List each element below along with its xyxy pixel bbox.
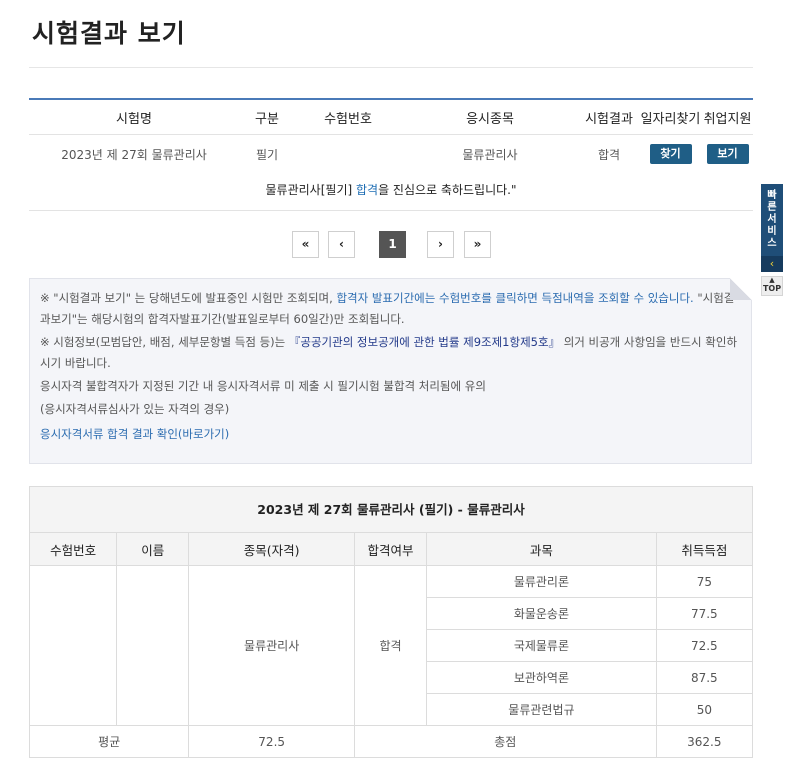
subject-name: 국제물류론 — [426, 629, 657, 662]
header-pass: 합격여부 — [353, 532, 428, 566]
total-label: 총점 — [353, 725, 657, 758]
notice-highlight: 합격자 발표기간에는 수험번호를 클릭하면 득점내역을 조회할 수 있습니다. — [336, 291, 694, 305]
header-subject: 응시종목 — [401, 98, 579, 135]
exam-name: 2023년 제 27회 물류관리사 — [61, 147, 207, 162]
table-row: 2023년 제 27회 물류관리사 필기 물류관리사 합격 찾기 보기 — [29, 135, 753, 174]
job-search-button[interactable]: 찾기 — [649, 144, 692, 164]
notice-line-4: (응시자격서류심사가 있는 자격의 경우) — [40, 402, 230, 416]
score-qualification: 물류관리사 — [188, 565, 355, 726]
congrats-prefix: 물류관리사[필기] — [265, 183, 356, 197]
subject-name: 물류관련법규 — [426, 693, 657, 726]
score-table-title: 2023년 제 27회 물류관리사 (필기) - 물류관리사 — [29, 486, 753, 532]
subject-score: 87.5 — [655, 661, 754, 694]
subject-score: 50 — [655, 693, 754, 726]
score-detail: 2023년 제 27회 물류관리사 (필기) - 물류관리사 수험번호 이름 종… — [28, 486, 754, 758]
page-title: 시험결과 보기 — [32, 19, 186, 48]
notice-line-2: ※ 시험정보(모범답안, 배점, 세부문항별 득점 등)는 『공공기관의 정보공… — [40, 335, 738, 370]
header-subject: 과목 — [426, 532, 657, 566]
prev-page-button[interactable]: ‹ — [328, 231, 355, 258]
first-page-button[interactable]: « — [292, 231, 319, 258]
congrats-suffix: 을 진심으로 축하드립니다." — [378, 183, 517, 197]
exam-result-table: 시험명 구분 수험번호 응시종목 시험결과 일자리찾기 취업지원 2023년 제… — [29, 98, 753, 173]
next-page-button[interactable]: › — [427, 231, 454, 258]
title-divider — [29, 67, 753, 68]
average-value: 72.5 — [188, 725, 355, 758]
top-label: TOP — [762, 284, 782, 293]
quick-service-label: 빠른서비스 — [767, 190, 777, 249]
header-exam-number: 수험번호 — [28, 532, 118, 566]
page-1-button[interactable]: 1 — [379, 231, 406, 258]
result-table-header: 시험명 구분 수험번호 응시종목 시험결과 일자리찾기 취업지원 — [29, 98, 753, 135]
header-type: 구분 — [239, 98, 295, 135]
page-fold-decoration — [730, 278, 752, 300]
header-employment: 취업지원 — [702, 98, 753, 135]
score-exam-number — [28, 565, 118, 726]
header-job-search: 일자리찾기 — [639, 98, 702, 135]
congrats-highlight: 합격 — [355, 183, 379, 197]
subject-score: 75 — [655, 565, 754, 598]
header-qualification: 종목(자격) — [188, 532, 355, 566]
notice-line-3: 응시자격 불합격자가 지정된 기간 내 응시자격서류 미 제출 시 필기시험 불… — [40, 379, 486, 393]
table-row: 물류관리사 합격 물류관리론 75 — [28, 565, 754, 726]
exam-type: 필기 — [255, 147, 279, 162]
exam-result: 합격 — [597, 147, 621, 162]
score-table-header: 수험번호 이름 종목(자격) 합격여부 과목 취득득점 — [28, 532, 754, 566]
subject-name: 물류관리론 — [426, 565, 657, 598]
subject-name: 화물운송론 — [426, 597, 657, 630]
employment-support-button[interactable]: 보기 — [706, 144, 749, 164]
exam-number-link[interactable] — [295, 135, 401, 174]
header-result: 시험결과 — [579, 98, 639, 135]
header-name: 이름 — [116, 532, 190, 566]
last-page-button[interactable]: » — [464, 231, 491, 258]
score-pass: 합격 — [353, 565, 428, 726]
average-label: 평균 — [28, 725, 190, 758]
notice-law-reference: 『공공기관의 정보공개에 관한 법률 제9조제1항제5호』 — [288, 335, 561, 349]
score-name — [116, 565, 190, 726]
score-table: 수험번호 이름 종목(자격) 합격여부 과목 취득득점 물류관리사 합격 물류관… — [28, 532, 754, 758]
subject-score: 77.5 — [655, 597, 754, 630]
qualification-check-link[interactable]: 응시자격서류 합격 결과 확인(바로가기) — [40, 427, 229, 441]
header-score: 취득득점 — [655, 532, 754, 566]
chevron-left-icon[interactable]: ‹ — [761, 256, 783, 272]
notice-box: ※ "시험결과 보기" 는 당해년도에 발표중인 시험만 조회되며, 합격자 발… — [29, 278, 752, 464]
summary-row: 평균 72.5 총점 362.5 — [28, 725, 754, 758]
header-exam-number: 수험번호 — [295, 98, 401, 135]
total-value: 362.5 — [655, 725, 754, 758]
exam-subject: 물류관리사 — [462, 147, 518, 162]
subject-score: 72.5 — [655, 629, 754, 662]
header-exam-name: 시험명 — [29, 98, 239, 135]
subject-name: 보관하역론 — [426, 661, 657, 694]
scroll-top-button[interactable]: ▲ TOP — [761, 276, 783, 296]
congrats-message: 물류관리사[필기] 합격을 진심으로 축하드립니다." — [29, 172, 753, 211]
notice-line-1: ※ "시험결과 보기" 는 당해년도에 발표중인 시험만 조회되며, 합격자 발… — [40, 291, 735, 326]
caret-up-icon: ▲ — [769, 276, 775, 284]
